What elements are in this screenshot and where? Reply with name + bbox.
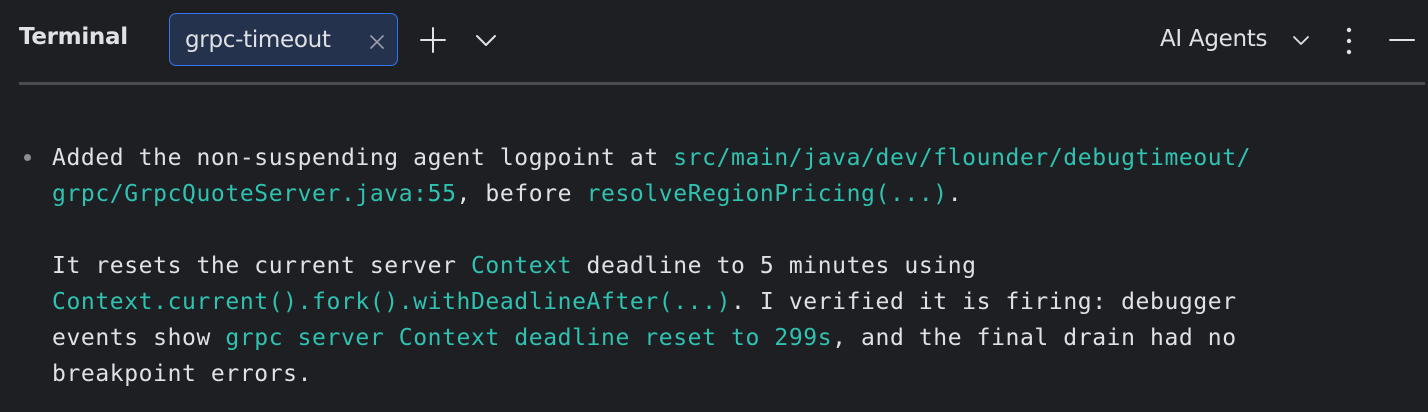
ai-agents-label: AI Agents — [1160, 26, 1268, 52]
output-text: Added the non-suspending agent logpoint … — [52, 145, 674, 171]
inline-code: Context — [470, 253, 573, 279]
inline-code: grpc server Context deadline reset to 29… — [225, 325, 833, 351]
tab-grpc-timeout[interactable]: grpc-timeout — [169, 13, 398, 66]
output-text: . — [947, 181, 963, 207]
output-line: Added the non-suspending agent logpoint … — [52, 140, 1251, 176]
output-text: breakpoint errors. — [52, 361, 313, 387]
chevron-down-icon[interactable] — [472, 28, 500, 52]
output-text: . I verified it is firing: debugger — [731, 289, 1237, 315]
output-text: events show — [52, 325, 226, 351]
output-text: deadline to 5 minutes using — [572, 253, 977, 279]
output-text: It resets the current server — [52, 253, 471, 279]
chevron-down-icon — [1293, 36, 1309, 45]
vertical-ellipsis-icon[interactable] — [1340, 26, 1358, 56]
toolbar-divider — [19, 82, 1425, 85]
bullet-icon — [24, 154, 31, 161]
plus-icon[interactable] — [418, 25, 448, 55]
output-line: Context.current().fork().withDeadlineAft… — [52, 284, 1237, 320]
inline-code: resolveRegionPricing(...) — [586, 181, 948, 207]
panel-title: Terminal — [19, 24, 128, 50]
minimize-icon[interactable] — [1388, 30, 1416, 50]
output-line: grpc/GrpcQuoteServer.java:55, before res… — [52, 176, 962, 212]
close-icon[interactable] — [369, 34, 385, 50]
file-path-link[interactable]: src/main/java/dev/flounder/debugtimeout/ — [673, 145, 1251, 171]
terminal-toolbar: Terminal grpc-timeout AI Agents — [0, 0, 1428, 80]
output-line: breakpoint errors. — [52, 356, 312, 392]
output-line: events show grpc server Context deadline… — [52, 320, 1237, 356]
inline-code: Context.current().fork().withDeadlineAft… — [52, 289, 732, 315]
output-text: , and the final drain had no — [832, 325, 1237, 351]
ai-agents-dropdown[interactable]: AI Agents — [1160, 26, 1309, 56]
file-path-link[interactable]: grpc/GrpcQuoteServer.java:55 — [52, 181, 457, 207]
tab-label: grpc-timeout — [185, 27, 331, 53]
output-line: It resets the current server Context dea… — [52, 248, 977, 284]
output-text: , before — [456, 181, 587, 207]
